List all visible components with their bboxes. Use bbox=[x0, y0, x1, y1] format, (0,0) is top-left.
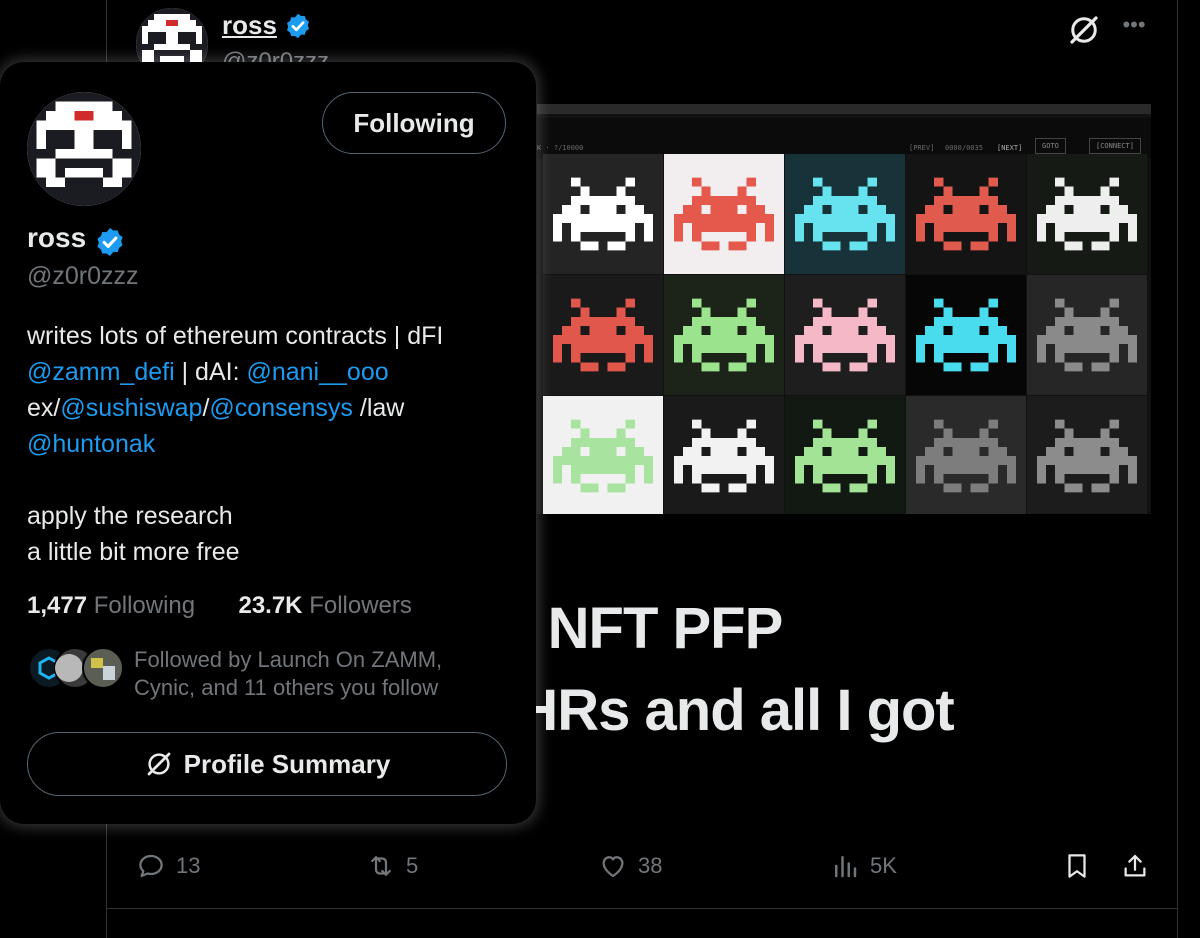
pfp-tile bbox=[543, 396, 663, 514]
pfp-tile bbox=[785, 154, 905, 274]
like-icon bbox=[602, 856, 624, 878]
followers-count: 23.7K bbox=[238, 592, 303, 619]
bio-line: @huntonak bbox=[27, 426, 517, 462]
grok-icon bbox=[144, 749, 174, 779]
tweet-media-image[interactable]: K · ?/10000 [PREV] 0000/0035 [NEXT] GOTO… bbox=[537, 104, 1151, 514]
bio-separator: | dAI: bbox=[174, 358, 247, 386]
bookmark-icon bbox=[1068, 854, 1086, 878]
pfp-tile bbox=[664, 275, 784, 395]
tweet-text: 0k NFT PFP 2 HRs and all I got bbox=[470, 588, 955, 752]
verified-badge-icon bbox=[284, 12, 312, 40]
share-icon bbox=[1124, 854, 1146, 877]
pfp-tile bbox=[906, 154, 1026, 274]
grok-icon[interactable] bbox=[1066, 12, 1102, 48]
views-count: 5K bbox=[870, 853, 897, 878]
followed-by-text[interactable]: Followed by Launch On ZAMM, Cynic, and 1… bbox=[134, 646, 442, 702]
profile-name[interactable]: ross bbox=[27, 222, 86, 254]
tweet-text-line2: 2 HRs and all I got bbox=[470, 678, 955, 743]
repost-icon bbox=[371, 856, 391, 876]
media-toolbar: K · ?/10000 [PREV] 0000/0035 [NEXT] GOTO… bbox=[537, 118, 1151, 158]
following-count: 1,477 bbox=[27, 592, 88, 619]
mention-link[interactable]: @zamm_defi bbox=[27, 358, 175, 386]
profile-handle[interactable]: @z0r0zzz bbox=[27, 262, 139, 291]
media-toolbar-label: K · ?/10000 bbox=[537, 144, 584, 152]
bookmark-button[interactable] bbox=[1062, 850, 1092, 882]
pfp-tile bbox=[1027, 396, 1147, 514]
like-count: 38 bbox=[638, 853, 663, 878]
reply-count: 13 bbox=[176, 853, 201, 878]
followed-by-line: Followed by Launch On ZAMM, bbox=[134, 647, 443, 672]
bio-line: ex/@sushiswap/@consensys /law bbox=[27, 390, 517, 426]
bio-law-suffix: /law bbox=[352, 394, 405, 422]
bio-line: @zamm_defi | dAI: @nani__ooo bbox=[27, 354, 517, 390]
media-window-bar bbox=[537, 104, 1151, 114]
bio-line: a little bit more free bbox=[27, 538, 240, 566]
followed-by-line: Cynic, and 11 others you follow bbox=[134, 675, 439, 700]
profile-hover-card: Following ross @z0r0zzz writes lots of e… bbox=[0, 62, 536, 824]
bio-spacer bbox=[27, 462, 517, 498]
views-button[interactable]: 5K bbox=[830, 850, 897, 882]
following-link[interactable]: 1,477 Following bbox=[27, 592, 195, 619]
views-icon bbox=[835, 856, 857, 878]
pfp-tile bbox=[906, 275, 1026, 395]
repost-button[interactable]: 5 bbox=[366, 850, 418, 882]
repost-count: 5 bbox=[406, 853, 419, 878]
pfp-tile bbox=[1027, 275, 1147, 395]
profile-stats: 1,477 Following 23.7K Followers bbox=[27, 592, 412, 620]
reply-icon bbox=[139, 854, 163, 878]
media-counter: 0000/0035 bbox=[945, 144, 983, 152]
pfp-tile bbox=[785, 275, 905, 395]
tweet-divider bbox=[106, 908, 1178, 909]
media-goto-label: GOTO bbox=[1035, 138, 1066, 154]
mention-link[interactable]: @nani__ooo bbox=[246, 358, 388, 386]
timeline-right-border bbox=[1177, 0, 1178, 938]
following-label: Following bbox=[93, 592, 196, 619]
pfp-tile bbox=[1027, 154, 1147, 274]
profile-bio: writes lots of ethereum contracts | dFI … bbox=[27, 318, 517, 570]
bio-line: apply the research bbox=[27, 502, 233, 530]
profile-summary-label: Profile Summary bbox=[183, 748, 391, 779]
bio-line: writes lots of ethereum contracts | dFI bbox=[27, 322, 444, 350]
followed-by-avatars bbox=[28, 647, 124, 689]
pfp-tile bbox=[543, 275, 663, 395]
like-button[interactable]: 38 bbox=[598, 850, 662, 882]
followers-label: Followers bbox=[309, 592, 412, 619]
tweet-author-name[interactable]: ross bbox=[222, 10, 277, 41]
profile-summary-button[interactable]: Profile Summary bbox=[27, 732, 507, 796]
pfp-tile bbox=[543, 154, 663, 274]
verified-badge-icon bbox=[94, 226, 126, 258]
following-button[interactable]: Following bbox=[322, 92, 506, 154]
profile-avatar[interactable] bbox=[27, 92, 141, 206]
mention-link[interactable]: @consensys bbox=[209, 394, 353, 422]
bio-ex-prefix: ex/ bbox=[27, 394, 61, 422]
media-prev-label: [PREV] bbox=[909, 144, 935, 152]
media-next-label: [NEXT] bbox=[997, 144, 1023, 152]
pfp-grid bbox=[543, 154, 1147, 514]
share-button[interactable] bbox=[1120, 850, 1150, 882]
followers-link[interactable]: 23.7K Followers bbox=[238, 592, 411, 619]
pfp-tile bbox=[664, 154, 784, 274]
media-connect-label: [CONNECT] bbox=[1089, 138, 1141, 154]
reply-button[interactable]: 13 bbox=[136, 850, 200, 882]
mention-link[interactable]: @huntonak bbox=[27, 430, 155, 458]
more-icon[interactable]: ••• bbox=[1116, 10, 1152, 46]
mention-link[interactable]: @sushiswap bbox=[60, 394, 202, 422]
pfp-tile bbox=[664, 396, 784, 514]
pfp-tile bbox=[906, 396, 1026, 514]
pfp-tile bbox=[785, 396, 905, 514]
